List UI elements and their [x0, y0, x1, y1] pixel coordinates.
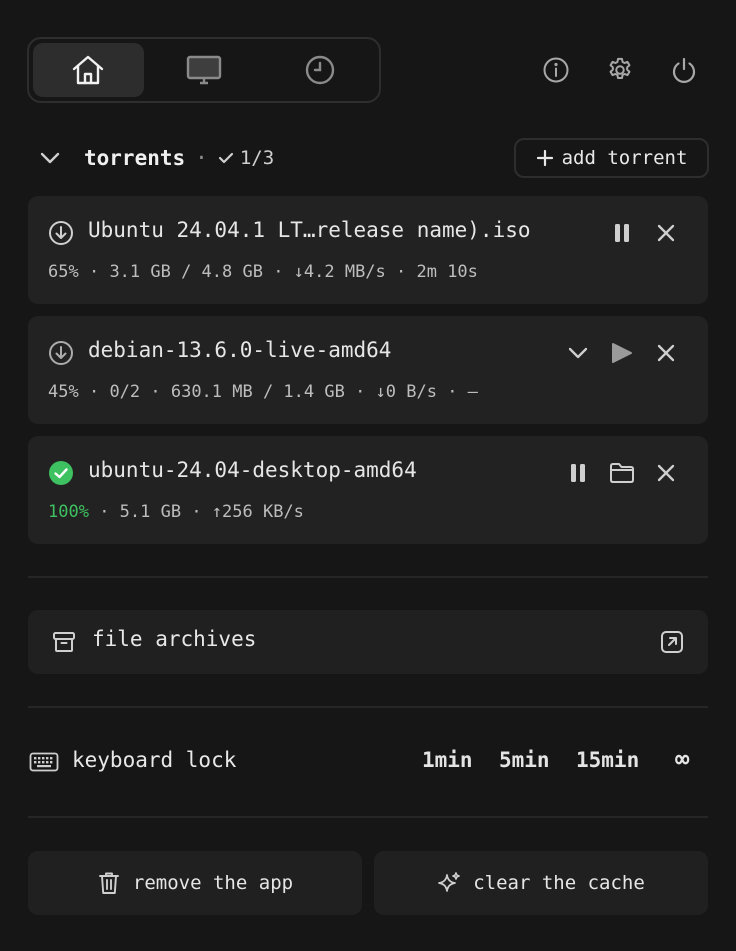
remove-app-label: remove the app	[132, 872, 294, 894]
clear-cache-label: clear the cache	[473, 872, 645, 894]
torrent-name: ubuntu-24.04-desktop-amd64	[88, 458, 417, 482]
info-button[interactable]	[538, 52, 574, 88]
chevron-down-icon	[40, 152, 60, 164]
resume-button[interactable]	[608, 339, 636, 367]
torrent-item: ubuntu-24.04-desktop-amd64 100% · 5.1 GB…	[28, 436, 708, 544]
external-link-icon	[661, 631, 683, 653]
divider	[28, 706, 708, 708]
settings-button[interactable]	[602, 52, 638, 88]
torrent-percent: 65%	[48, 262, 79, 282]
torrent-meta: 45% · 0/2 · 630.1 MB / 1.4 GB · ↓0 B/s ·…	[48, 382, 478, 402]
tab-display[interactable]	[149, 43, 260, 97]
monitor-icon	[186, 55, 222, 85]
plus-icon	[536, 149, 553, 167]
tab-home[interactable]	[33, 43, 144, 97]
pause-button[interactable]	[608, 219, 636, 247]
power-icon	[672, 57, 696, 83]
section-title: torrents	[84, 146, 186, 170]
close-icon	[657, 224, 675, 242]
torrent-details: · 3.1 GB / 4.8 GB · ↓4.2 MB/s · 2m 10s	[88, 262, 478, 282]
open-folder-button[interactable]	[608, 459, 636, 487]
torrent-name: debian-13.6.0-live-amd64	[88, 338, 392, 362]
file-archives-link[interactable]: file archives	[28, 610, 708, 674]
torrent-details: · 0/2 · 630.1 MB / 1.4 GB · ↓0 B/s · —	[88, 382, 478, 402]
download-circle-icon	[49, 221, 73, 245]
torrent-meta: 100% · 5.1 GB · ↑256 KB/s	[48, 502, 304, 522]
check-icon	[218, 152, 233, 164]
close-icon	[657, 464, 675, 482]
remove-torrent-button[interactable]	[652, 459, 680, 487]
open-external	[658, 628, 686, 656]
view-switcher	[27, 37, 381, 103]
add-torrent-label: add torrent	[561, 147, 688, 169]
pause-button[interactable]	[564, 459, 592, 487]
home-icon	[73, 55, 104, 85]
expand-files-button[interactable]	[564, 339, 592, 367]
archive-icon	[53, 632, 75, 652]
completed-count: 1/3	[218, 144, 274, 172]
torrent-item: debian-13.6.0-live-amd64 45% · 0/2 · 630…	[28, 316, 708, 424]
play-icon	[612, 343, 632, 363]
torrent-meta: 65% · 3.1 GB / 4.8 GB · ↓4.2 MB/s · 2m 1…	[48, 262, 478, 282]
chevron-down-icon	[568, 347, 588, 359]
torrent-name: Ubuntu 24.04.1 LT…release name).iso	[88, 218, 531, 242]
torrents-header: torrents · 1/3	[84, 144, 274, 172]
remove-torrent-button[interactable]	[652, 339, 680, 367]
divider	[28, 576, 708, 578]
download-circle-icon	[49, 341, 73, 365]
remove-app-button[interactable]: remove the app	[28, 851, 362, 915]
torrent-percent: 45%	[48, 382, 79, 402]
pause-icon	[615, 224, 629, 242]
trash-icon-wrap	[97, 871, 121, 895]
keyboard-icon-wrap	[28, 750, 60, 774]
remove-torrent-button[interactable]	[652, 219, 680, 247]
gear-icon	[609, 57, 631, 80]
sparkles-icon	[438, 872, 461, 892]
add-torrent-button[interactable]: add torrent	[514, 138, 709, 178]
lock-15min-button[interactable]: 15min	[576, 748, 639, 772]
info-icon	[543, 57, 569, 83]
clear-cache-button[interactable]: clear the cache	[374, 851, 708, 915]
divider	[28, 816, 708, 818]
keyboard-icon	[29, 752, 59, 772]
torrent-percent: 100%	[48, 502, 89, 522]
keyboard-lock-label: keyboard lock	[72, 748, 237, 772]
lock-5min-button[interactable]: 5min	[499, 748, 550, 772]
trash-icon	[98, 872, 119, 894]
power-button[interactable]	[666, 52, 702, 88]
separator-dot: ·	[195, 146, 208, 170]
lock-forever-button[interactable]: ∞	[675, 745, 689, 773]
download-status	[48, 340, 74, 366]
download-status	[48, 220, 74, 246]
collapse-torrents-button[interactable]	[36, 144, 64, 172]
completed-count-value: 1/3	[239, 147, 275, 169]
close-icon	[657, 344, 675, 362]
sparkles-icon-wrap	[437, 871, 461, 895]
torrent-details: · 5.1 GB · ↑256 KB/s	[99, 502, 304, 522]
check-circle-icon	[49, 461, 73, 485]
pause-icon	[571, 464, 585, 482]
tab-history[interactable]	[264, 43, 375, 97]
torrent-item: Ubuntu 24.04.1 LT…release name).iso 65% …	[28, 196, 708, 304]
folder-icon	[610, 463, 634, 483]
complete-status	[48, 460, 74, 486]
lock-1min-button[interactable]: 1min	[422, 748, 473, 772]
file-archives-label: file archives	[92, 627, 257, 651]
archive-icon-wrap	[50, 628, 78, 656]
clock-icon	[305, 55, 334, 85]
